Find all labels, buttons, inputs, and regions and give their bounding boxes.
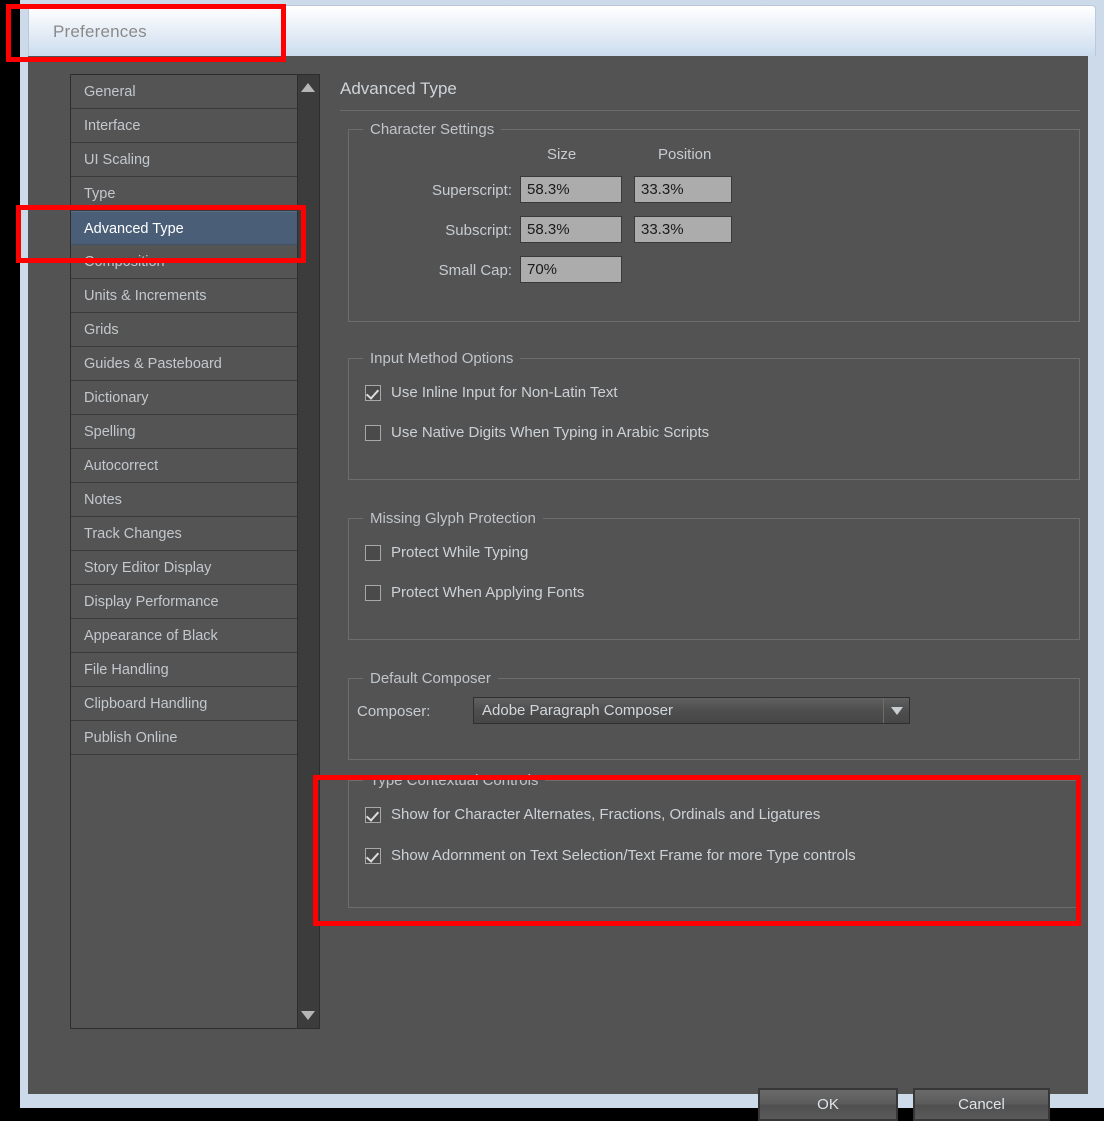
sidebar-item-advanced-type[interactable]: Advanced Type	[71, 211, 299, 245]
input-method-options-group: Input Method Options Use Inline Input fo…	[348, 350, 1080, 480]
sidebar-item-autocorrect[interactable]: Autocorrect	[71, 449, 299, 483]
checkbox-protect-when-applying-fonts-box[interactable]	[365, 584, 381, 601]
subscript-label: Subscript:	[445, 222, 512, 239]
sidebar-item-dictionary[interactable]: Dictionary	[71, 381, 299, 415]
ok-button-label: OK	[817, 1096, 839, 1113]
dialog-body: General Interface UI Scaling Type Advanced T…	[28, 56, 1088, 1121]
composer-dropdown-button[interactable]	[883, 698, 909, 723]
page-title: Advanced Type	[340, 79, 457, 98]
checkbox-protect-when-applying-fonts-label: Protect When Applying Fonts	[391, 584, 585, 601]
checkbox-show-adornment-label: Show Adornment on Text Selection/Text Fr…	[391, 847, 856, 864]
checkbox-use-inline-input-label: Use Inline Input for Non-Latin Text	[391, 384, 618, 401]
sidebar-item-spelling[interactable]: Spelling	[71, 415, 299, 449]
sidebar-item-general[interactable]: General	[71, 75, 299, 109]
sidebar-item-appearance-of-black[interactable]: Appearance of Black	[71, 619, 299, 653]
default-composer-group: Default Composer Composer: Adobe Paragra…	[348, 670, 1080, 760]
checkbox-use-inline-input-box[interactable]	[365, 384, 381, 401]
composer-dropdown-value: Adobe Paragraph Composer	[482, 702, 673, 719]
checkbox-protect-while-typing[interactable]: Protect While Typing	[365, 544, 528, 561]
scroll-up-arrow-icon[interactable]	[301, 83, 315, 92]
small-cap-label: Small Cap:	[438, 262, 512, 279]
superscript-size-input[interactable]: 58.3%	[520, 176, 622, 203]
category-list-items[interactable]: General Interface UI Scaling Type Advanced T…	[71, 75, 299, 1028]
checkbox-show-character-alternates[interactable]: Show for Character Alternates, Fractions…	[365, 806, 820, 823]
sidebar-item-type[interactable]: Type	[71, 177, 299, 211]
checkbox-use-native-digits-box[interactable]	[365, 424, 381, 441]
cancel-button-label: Cancel	[958, 1096, 1005, 1113]
composer-dropdown[interactable]: Adobe Paragraph Composer	[473, 697, 910, 724]
superscript-position-input[interactable]: 33.3%	[634, 176, 732, 203]
scroll-down-arrow-icon[interactable]	[301, 1011, 315, 1020]
checkbox-protect-when-applying-fonts[interactable]: Protect When Applying Fonts	[365, 584, 584, 601]
character-settings-group: Character Settings Size Position Supersc…	[348, 121, 1080, 322]
subscript-position-input[interactable]: 33.3%	[634, 216, 732, 243]
checkbox-protect-while-typing-box[interactable]	[365, 544, 381, 561]
character-settings-legend: Character Settings	[363, 121, 502, 138]
sidebar-item-story-editor-display[interactable]: Story Editor Display	[71, 551, 299, 585]
composer-label: Composer:	[357, 703, 431, 720]
checkbox-show-adornment[interactable]: Show Adornment on Text Selection/Text Fr…	[365, 847, 856, 864]
sidebar-item-interface[interactable]: Interface	[71, 109, 299, 143]
sidebar-item-publish-online[interactable]: Publish Online	[71, 721, 299, 755]
preferences-dialog: Preferences General Interface UI Scaling Ty…	[20, 0, 1104, 1121]
missing-glyph-protection-group: Missing Glyph Protection Protect While T…	[348, 510, 1080, 640]
ok-button[interactable]: OK	[758, 1088, 898, 1121]
subscript-size-input[interactable]: 58.3%	[520, 216, 622, 243]
sidebar-item-file-handling[interactable]: File Handling	[71, 653, 299, 687]
type-contextual-controls-group: Type Contextual Controls Show for Charac…	[348, 772, 1080, 908]
type-contextual-controls-legend: Type Contextual Controls	[363, 772, 546, 789]
sidebar-empty-area	[71, 755, 299, 1028]
sidebar-scrollbar[interactable]	[297, 75, 319, 1028]
sidebar-item-track-changes[interactable]: Track Changes	[71, 517, 299, 551]
sidebar-item-notes[interactable]: Notes	[71, 483, 299, 517]
checkbox-show-adornment-box[interactable]	[365, 847, 381, 864]
window-title: Preferences	[53, 22, 147, 41]
sidebar-item-clipboard-handling[interactable]: Clipboard Handling	[71, 687, 299, 721]
default-composer-legend: Default Composer	[363, 670, 498, 687]
sidebar-item-display-performance[interactable]: Display Performance	[71, 585, 299, 619]
column-header-position: Position	[658, 146, 712, 163]
preferences-category-list[interactable]: General Interface UI Scaling Type Advanced T…	[70, 74, 320, 1029]
small-cap-size-input[interactable]: 70%	[520, 256, 622, 283]
sidebar-item-units-increments[interactable]: Units & Increments	[71, 279, 299, 313]
title-bar[interactable]: Preferences	[28, 5, 1096, 56]
checkbox-show-character-alternates-box[interactable]	[365, 806, 381, 823]
checkbox-show-character-alternates-label: Show for Character Alternates, Fractions…	[391, 806, 821, 823]
cancel-button[interactable]: Cancel	[913, 1088, 1050, 1121]
checkbox-protect-while-typing-label: Protect While Typing	[391, 544, 529, 561]
sidebar-item-grids[interactable]: Grids	[71, 313, 299, 347]
main-panel: Advanced Type Character Settings Size Po…	[340, 74, 1080, 1121]
checkbox-use-native-digits[interactable]: Use Native Digits When Typing in Arabic …	[365, 424, 709, 441]
superscript-label: Superscript:	[431, 182, 512, 199]
missing-glyph-protection-legend: Missing Glyph Protection	[363, 510, 543, 527]
title-divider	[340, 110, 1080, 111]
input-method-options-legend: Input Method Options	[363, 350, 521, 367]
checkbox-use-inline-input[interactable]: Use Inline Input for Non-Latin Text	[365, 384, 618, 401]
checkbox-use-native-digits-label: Use Native Digits When Typing in Arabic …	[391, 424, 710, 441]
sidebar-item-composition[interactable]: Composition	[71, 245, 299, 279]
column-header-size: Size	[547, 146, 577, 163]
sidebar-item-ui-scaling[interactable]: UI Scaling	[71, 143, 299, 177]
chevron-down-icon	[890, 706, 903, 715]
sidebar-item-guides-pasteboard[interactable]: Guides & Pasteboard	[71, 347, 299, 381]
